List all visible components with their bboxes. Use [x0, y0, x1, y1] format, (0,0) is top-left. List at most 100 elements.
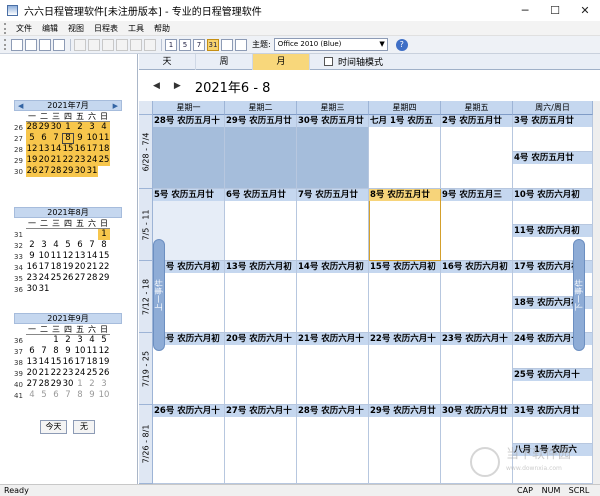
week-view-icon[interactable]: 7 — [193, 38, 205, 51]
day-cell[interactable]: 8 — [74, 390, 86, 401]
day-cell[interactable]: 6 — [26, 346, 38, 357]
next-arrow-icon[interactable]: ▶ — [174, 81, 181, 91]
day-cell[interactable]: 6 — [50, 390, 62, 401]
day-cell[interactable]: 1 — [62, 122, 74, 133]
prev-arrow-icon[interactable]: ◀ — [153, 81, 160, 91]
day-cell[interactable]: 七月 1号 农历五 — [369, 115, 441, 189]
day-cell[interactable]: 11 — [50, 251, 62, 262]
day-cell[interactable]: 27号 农历六月十 — [225, 405, 297, 484]
day-cell[interactable]: 12 — [98, 346, 110, 357]
maximize-button[interactable]: ☐ — [540, 4, 570, 17]
day-cell[interactable]: 9 — [86, 390, 98, 401]
day-cell[interactable]: 10号 农历六月初 — [513, 189, 593, 225]
day-cell[interactable]: 29 — [62, 166, 74, 177]
month-view-icon[interactable]: 31 — [207, 38, 219, 51]
tab-month[interactable]: 月 — [253, 54, 310, 70]
day-cell[interactable]: 22 — [50, 368, 62, 379]
day-cell[interactable]: 11 — [98, 133, 110, 144]
today-button[interactable]: 今天 — [40, 420, 67, 434]
day-cell[interactable]: 8 — [62, 133, 74, 144]
next-month-icon[interactable]: ▶ — [113, 102, 118, 110]
day-cell[interactable]: 27 — [26, 379, 38, 390]
day-cell[interactable]: 24 — [74, 368, 86, 379]
day-cell[interactable]: 28 — [26, 122, 38, 133]
day-cell[interactable]: 8 — [98, 240, 110, 251]
redo-icon[interactable] — [88, 38, 100, 51]
day-cell[interactable]: 25 — [86, 368, 98, 379]
grip-handle[interactable] — [4, 39, 8, 50]
day-cell[interactable]: 8 — [50, 346, 62, 357]
day-cell[interactable]: 4 — [98, 122, 110, 133]
day-cell[interactable]: 5 — [62, 240, 74, 251]
day-cell[interactable]: 30 — [26, 284, 38, 295]
day-cell[interactable]: 6 — [74, 240, 86, 251]
minimize-button[interactable]: ─ — [510, 4, 540, 17]
day-cell[interactable]: 31 — [86, 166, 98, 177]
menu-edit[interactable]: 编辑 — [37, 23, 63, 34]
day-cell[interactable]: 4 — [86, 335, 98, 346]
day-cell[interactable]: 21 — [38, 368, 50, 379]
day-cell[interactable]: 2 — [74, 122, 86, 133]
next-event-button[interactable]: 下一事件 — [573, 239, 585, 351]
day-cell[interactable]: 16 — [26, 262, 38, 273]
day-cell[interactable]: 24 — [86, 155, 98, 166]
day-cell[interactable]: 1 — [98, 229, 110, 240]
day-cell[interactable]: 29 — [98, 273, 110, 284]
open-icon[interactable] — [25, 38, 37, 51]
day-cell[interactable]: 20号 农历六月十 — [225, 333, 297, 405]
day-cell[interactable]: 2号 农历五月廿 — [441, 115, 513, 189]
prev-event-button[interactable]: 上一事件 — [153, 239, 165, 351]
day-cell[interactable]: 9号 农历五月三 — [441, 189, 513, 261]
tab-week[interactable]: 周 — [196, 54, 253, 70]
day-cell[interactable]: 7 — [62, 390, 74, 401]
day-cell[interactable]: 31号 农历六月廿 — [513, 405, 593, 444]
day-cell[interactable]: 13号 农历六月初 — [225, 261, 297, 333]
paste-icon[interactable] — [130, 38, 142, 51]
day-cell[interactable]: 18 — [86, 357, 98, 368]
day-cell[interactable]: 22号 农历六月十 — [369, 333, 441, 405]
day-cell[interactable]: 7号 农历五月廿 — [297, 189, 369, 261]
day-cell[interactable]: 5 — [38, 390, 50, 401]
day-cell[interactable]: 16 — [62, 357, 74, 368]
day-cell[interactable]: 21 — [86, 262, 98, 273]
day-cell[interactable]: 3 — [38, 240, 50, 251]
day-cell[interactable]: 23 — [62, 368, 74, 379]
day-cell[interactable]: 25 — [50, 273, 62, 284]
day-cell[interactable]: 29 — [38, 122, 50, 133]
workweek-view-icon[interactable]: 5 — [179, 38, 191, 51]
day-cell[interactable]: 26号 农历六月十 — [153, 405, 225, 484]
day-cell[interactable]: 7 — [86, 240, 98, 251]
day-cell[interactable]: 14 — [38, 357, 50, 368]
day-cell[interactable]: 16号 农历六月初 — [441, 261, 513, 333]
day-cell[interactable]: 27 — [38, 166, 50, 177]
day-cell[interactable]: 4 — [26, 390, 38, 401]
day-cell[interactable]: 15 — [50, 357, 62, 368]
menu-view[interactable]: 视图 — [63, 23, 89, 34]
day-cell[interactable]: 25 — [98, 155, 110, 166]
undo-icon[interactable] — [74, 38, 86, 51]
day-cell[interactable]: 1 — [74, 379, 86, 390]
options-icon[interactable] — [235, 38, 247, 51]
day-cell[interactable]: 17 — [38, 262, 50, 273]
day-cell[interactable]: 10 — [74, 346, 86, 357]
close-button[interactable]: ✕ — [570, 4, 600, 17]
day-cell[interactable]: 22 — [98, 262, 110, 273]
day-cell[interactable]: 29号 农历六月廿 — [369, 405, 441, 484]
menu-help[interactable]: 帮助 — [149, 23, 175, 34]
day-cell[interactable]: 20 — [26, 368, 38, 379]
none-button[interactable]: 无 — [73, 420, 95, 434]
day-cell[interactable]: 15号 农历六月初 — [369, 261, 441, 333]
day-cell[interactable]: 3号 农历五月廿 — [513, 115, 593, 152]
menu-file[interactable]: 文件 — [11, 23, 37, 34]
day-cell[interactable]: 12 — [62, 251, 74, 262]
day-cell[interactable]: 5 — [26, 133, 38, 144]
day-cell[interactable]: 10 — [86, 133, 98, 144]
prev-month-icon[interactable]: ◀ — [18, 102, 23, 110]
day-cell[interactable]: 19 — [62, 262, 74, 273]
calendar-icon[interactable] — [221, 38, 233, 51]
grip-handle[interactable] — [4, 22, 8, 34]
day-cell[interactable]: 28 — [38, 379, 50, 390]
print-icon[interactable] — [53, 38, 65, 51]
day-cell[interactable]: 25号 农历六月十 — [513, 369, 593, 405]
day-cell[interactable]: 8号 农历五月廿 — [369, 189, 441, 261]
